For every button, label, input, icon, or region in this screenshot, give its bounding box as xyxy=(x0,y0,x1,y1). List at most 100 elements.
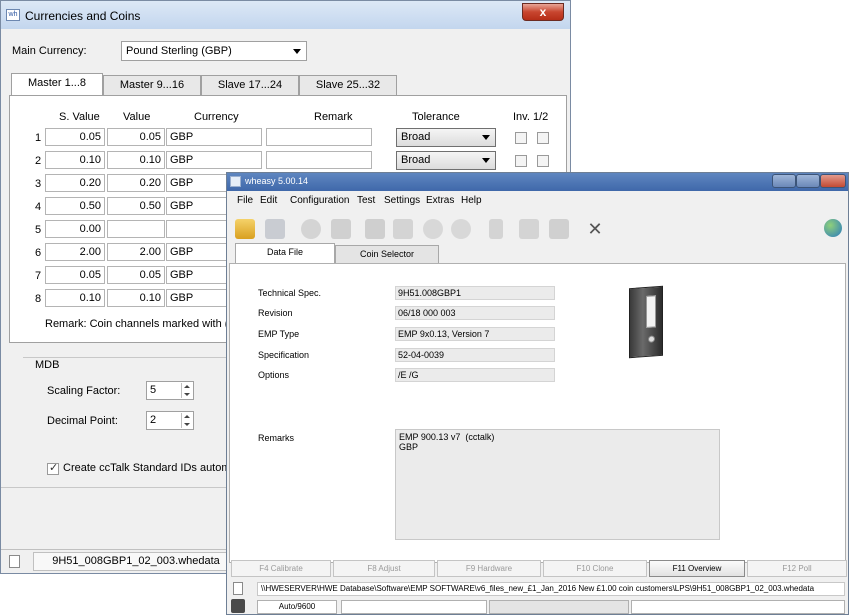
tolerance-select[interactable]: Broad xyxy=(396,151,496,170)
currency-field[interactable]: GBP xyxy=(166,128,262,146)
revision-field: 06/18 000 003 xyxy=(395,306,555,320)
f4-calibrate-button[interactable]: F4 Calibrate xyxy=(231,560,331,577)
decimal-point-spinner[interactable]: 2 xyxy=(146,411,194,430)
s-value-field[interactable]: 0.50 xyxy=(45,197,105,215)
tab-master-9-16[interactable]: Master 9...16 xyxy=(103,75,201,95)
window-title: wheasy 5.00.14 xyxy=(245,176,309,186)
s-value-field[interactable]: 0.05 xyxy=(45,128,105,146)
currencies-titlebar[interactable]: wh Currencies and Coins x xyxy=(1,1,570,29)
scaling-factor-spinner[interactable]: 5 xyxy=(146,381,194,400)
s-value-field[interactable]: 0.20 xyxy=(45,174,105,192)
value-field[interactable]: 0.10 xyxy=(107,151,165,169)
column-s-value: S. Value xyxy=(59,111,100,123)
chart-icon[interactable] xyxy=(549,219,569,239)
menu-settings[interactable]: Settings xyxy=(384,195,420,206)
s-value-field[interactable]: 0.00 xyxy=(45,220,105,238)
tools-icon[interactable]: ✕ xyxy=(585,219,605,239)
s-value-field[interactable]: 0.10 xyxy=(45,151,105,169)
inv-1-checkbox[interactable] xyxy=(515,155,527,167)
main-currency-value: Pound Sterling (GBP) xyxy=(126,45,232,57)
value-field[interactable]: 0.20 xyxy=(107,174,165,192)
value-field[interactable] xyxy=(107,220,165,238)
device-icon[interactable] xyxy=(331,219,351,239)
status-field xyxy=(341,600,487,614)
minimize-button[interactable] xyxy=(772,174,796,188)
f8-adjust-button[interactable]: F8 Adjust xyxy=(333,560,435,577)
save-icon[interactable] xyxy=(265,219,285,239)
main-currency-label: Main Currency: xyxy=(12,45,87,57)
main-currency-select[interactable]: Pound Sterling (GBP) xyxy=(121,41,307,61)
field-label: Options xyxy=(258,370,290,380)
inv-1-checkbox[interactable] xyxy=(515,132,527,144)
row-number: 1 xyxy=(35,132,42,144)
value-field[interactable]: 0.05 xyxy=(107,128,165,146)
options-field: /E /G xyxy=(395,368,555,382)
inv-2-checkbox[interactable] xyxy=(537,155,549,167)
f10-clone-button[interactable]: F10 Clone xyxy=(543,560,647,577)
maximize-button[interactable] xyxy=(796,174,820,188)
close-button[interactable]: x xyxy=(522,3,564,21)
tab-coin-selector[interactable]: Coin Selector xyxy=(335,245,439,263)
search-icon[interactable] xyxy=(519,219,539,239)
currency-field[interactable]: GBP xyxy=(166,151,262,169)
tolerance-select[interactable]: Broad xyxy=(396,128,496,147)
animal-icon[interactable] xyxy=(393,219,413,239)
spinner-arrows-icon[interactable] xyxy=(181,383,192,398)
s-value-field[interactable]: 0.05 xyxy=(45,266,105,284)
inv-2-checkbox[interactable] xyxy=(537,132,549,144)
column-inv: Inv. 1/2 xyxy=(513,111,549,123)
scaling-factor-value: 5 xyxy=(150,384,157,396)
tab-data-file[interactable]: Data File xyxy=(235,243,335,264)
token-icon[interactable] xyxy=(423,219,443,239)
tab-slave-25-32[interactable]: Slave 25...32 xyxy=(299,75,397,95)
specification-field: 52-04-0039 xyxy=(395,348,555,362)
menu-extras[interactable]: Extras xyxy=(426,195,454,206)
cctalk-checkbox[interactable] xyxy=(47,461,59,475)
scaling-factor-label: Scaling Factor: xyxy=(47,385,121,397)
column-tolerance: Tolerance xyxy=(412,111,460,123)
binder-ring-icon xyxy=(648,335,655,343)
tab-slave-17-24[interactable]: Slave 17...24 xyxy=(201,75,299,95)
value-field[interactable]: 0.05 xyxy=(107,266,165,284)
value-field[interactable]: 0.10 xyxy=(107,289,165,307)
coin-icon[interactable] xyxy=(451,219,471,239)
f9-hardware-button[interactable]: F9 Hardware xyxy=(437,560,541,577)
remark-field[interactable] xyxy=(266,151,372,169)
value-field[interactable]: 0.50 xyxy=(107,197,165,215)
f12-poll-button[interactable]: F12 Poll xyxy=(747,560,847,577)
status-field xyxy=(631,600,845,614)
wheasy-window: wheasy 5.00.14 File Edit Configuration T… xyxy=(226,172,849,615)
document-icon xyxy=(9,555,20,568)
menu-file[interactable]: File xyxy=(237,195,253,206)
remark-field[interactable] xyxy=(266,128,372,146)
field-label: Specification xyxy=(258,350,310,360)
open-folder-icon[interactable] xyxy=(235,219,255,239)
port-icon xyxy=(231,599,245,613)
menu-edit[interactable]: Edit xyxy=(260,195,277,206)
document-icon[interactable] xyxy=(489,219,503,239)
tolerance-value: Broad xyxy=(401,154,431,166)
port-status: Auto/9600 xyxy=(257,600,337,614)
app-icon xyxy=(230,176,241,187)
wheasy-titlebar[interactable]: wheasy 5.00.14 xyxy=(227,173,848,191)
coins-icon[interactable] xyxy=(365,219,385,239)
chevron-down-icon xyxy=(293,49,301,54)
spinner-arrows-icon[interactable] xyxy=(181,413,192,428)
technical-spec-field: 9H51.008GBP1 xyxy=(395,286,555,300)
menu-test[interactable]: Test xyxy=(357,195,375,206)
menu-help[interactable]: Help xyxy=(461,195,482,206)
column-currency: Currency xyxy=(194,111,239,123)
value-field[interactable]: 2.00 xyxy=(107,243,165,261)
tab-master-1-8[interactable]: Master 1...8 xyxy=(11,73,103,96)
globe-icon[interactable] xyxy=(824,219,842,237)
menu-bar: File Edit Configuration Test Settings Ex… xyxy=(227,193,848,209)
emp-type-field: EMP 9x0.13, Version 7 xyxy=(395,327,555,341)
connect-icon[interactable] xyxy=(301,219,321,239)
close-button[interactable] xyxy=(820,174,846,188)
row-number: 2 xyxy=(35,155,42,167)
decimal-point-value: 2 xyxy=(150,414,157,426)
s-value-field[interactable]: 2.00 xyxy=(45,243,105,261)
s-value-field[interactable]: 0.10 xyxy=(45,289,105,307)
f11-overview-button[interactable]: F11 Overview xyxy=(649,560,745,577)
menu-configuration[interactable]: Configuration xyxy=(290,195,349,206)
